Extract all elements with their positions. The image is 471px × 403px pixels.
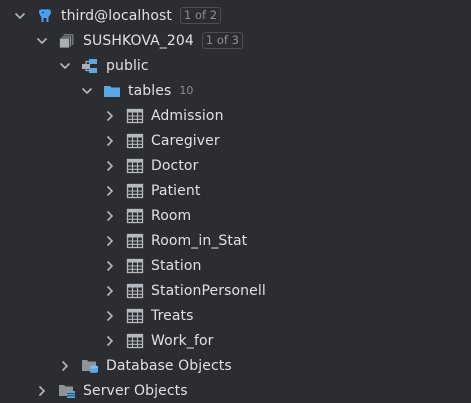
- table-icon: [126, 208, 144, 224]
- tree-node-table[interactable]: Treats: [0, 303, 471, 328]
- table-label: Treats: [151, 307, 194, 324]
- chevron-right-icon[interactable]: [103, 109, 117, 123]
- schema-label: public: [106, 57, 149, 74]
- table-label: Patient: [151, 182, 201, 199]
- table-icon: [126, 258, 144, 274]
- chevron-right-icon[interactable]: [103, 234, 117, 248]
- table-label: Room: [151, 207, 192, 224]
- database-badge: 1 of 3: [201, 32, 243, 49]
- table-label: Caregiver: [151, 132, 220, 149]
- folder-icon: [103, 83, 121, 99]
- table-label: Room_in_Stat: [151, 232, 248, 249]
- tree-node-connection[interactable]: third@localhost 1 of 2: [0, 3, 471, 28]
- tree-node-table[interactable]: Room_in_Stat: [0, 228, 471, 253]
- tree-node-server-objects[interactable]: Server Objects: [0, 378, 471, 403]
- table-icon: [126, 333, 144, 349]
- chevron-right-icon[interactable]: [103, 159, 117, 173]
- chevron-right-icon[interactable]: [103, 284, 117, 298]
- table-label: Admission: [151, 107, 224, 124]
- table-label: Station: [151, 257, 202, 274]
- tree-node-table[interactable]: Room: [0, 203, 471, 228]
- database-objects-icon: [81, 358, 99, 374]
- tree-node-database-objects[interactable]: Database Objects: [0, 353, 471, 378]
- database-icon: [58, 33, 76, 49]
- connection-badge: 1 of 2: [180, 7, 222, 24]
- chevron-right-icon[interactable]: [103, 259, 117, 273]
- chevron-down-icon[interactable]: [35, 34, 49, 48]
- chevron-down-icon[interactable]: [80, 84, 94, 98]
- tree-node-table[interactable]: Caregiver: [0, 128, 471, 153]
- tables-folder-label: tables: [128, 82, 172, 99]
- chevron-down-icon[interactable]: [58, 59, 72, 73]
- database-objects-label: Database Objects: [106, 357, 232, 374]
- chevron-right-icon[interactable]: [58, 359, 72, 373]
- table-icon: [126, 233, 144, 249]
- connection-label: third@localhost: [61, 7, 172, 24]
- table-icon: [126, 108, 144, 124]
- table-icon: [126, 308, 144, 324]
- chevron-right-icon[interactable]: [35, 384, 49, 398]
- table-icon: [126, 133, 144, 149]
- chevron-right-icon[interactable]: [103, 309, 117, 323]
- tree-node-table[interactable]: Admission: [0, 103, 471, 128]
- table-icon: [126, 158, 144, 174]
- tree-node-table[interactable]: Work_for: [0, 328, 471, 353]
- tree-node-database[interactable]: SUSHKOVA_204 1 of 3: [0, 28, 471, 53]
- tree-node-table[interactable]: StationPersonell: [0, 278, 471, 303]
- tree-node-schema[interactable]: public: [0, 53, 471, 78]
- table-label: Work_for: [151, 332, 214, 349]
- table-label: StationPersonell: [151, 282, 266, 299]
- tree-node-table[interactable]: Station: [0, 253, 471, 278]
- chevron-right-icon[interactable]: [103, 134, 117, 148]
- chevron-down-icon[interactable]: [13, 9, 27, 23]
- server-objects-icon: [58, 383, 76, 399]
- table-icon: [126, 183, 144, 199]
- chevron-right-icon[interactable]: [103, 184, 117, 198]
- database-explorer-tree: third@localhost 1 of 2 SUSHKOVA_204 1 of…: [0, 0, 471, 402]
- tables-count: 10: [179, 84, 194, 97]
- chevron-right-icon[interactable]: [103, 334, 117, 348]
- tree-node-table[interactable]: Doctor: [0, 153, 471, 178]
- table-icon: [126, 283, 144, 299]
- schema-icon: [81, 58, 99, 74]
- postgresql-icon: [36, 8, 54, 24]
- database-label: SUSHKOVA_204: [83, 32, 194, 49]
- server-objects-label: Server Objects: [83, 382, 188, 399]
- tree-node-tables-folder[interactable]: tables 10: [0, 78, 471, 103]
- table-label: Doctor: [151, 157, 199, 174]
- chevron-right-icon[interactable]: [103, 209, 117, 223]
- tree-node-table[interactable]: Patient: [0, 178, 471, 203]
